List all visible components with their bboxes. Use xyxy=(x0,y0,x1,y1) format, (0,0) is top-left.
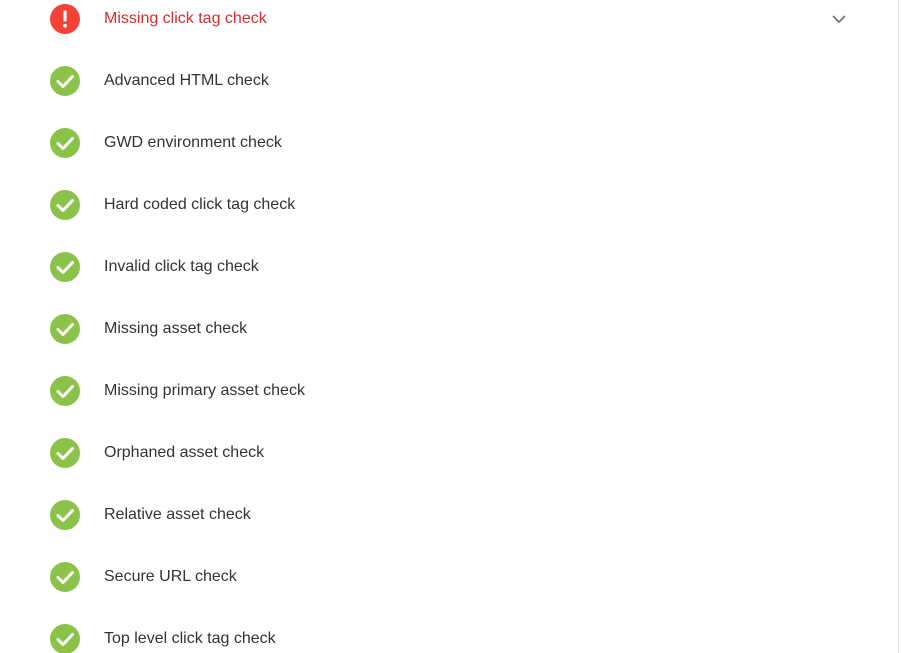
check-row-relative-asset: Relative asset check xyxy=(0,484,898,546)
check-row-missing-asset: Missing asset check xyxy=(0,298,898,360)
check-row-missing-primary-asset: Missing primary asset check xyxy=(0,360,898,422)
validation-checks-panel: Missing click tag check Advanced HTML ch… xyxy=(0,0,901,653)
check-row-advanced-html: Advanced HTML check xyxy=(0,50,898,112)
check-row-hard-coded-click-tag: Hard coded click tag check xyxy=(0,174,898,236)
check-label: Secure URL check xyxy=(104,568,237,585)
error-icon xyxy=(50,4,80,34)
check-circle-icon xyxy=(50,252,80,282)
checks-list: Missing click tag check Advanced HTML ch… xyxy=(0,0,898,653)
check-circle-icon xyxy=(50,128,80,158)
check-label: Hard coded click tag check xyxy=(104,196,296,213)
check-circle-icon xyxy=(50,624,80,653)
check-label: Missing click tag check xyxy=(104,10,267,27)
check-circle-icon xyxy=(50,562,80,592)
check-label: Orphaned asset check xyxy=(104,444,265,461)
check-row-secure-url: Secure URL check xyxy=(0,546,898,608)
check-label: Missing asset check xyxy=(104,320,248,337)
check-label: Advanced HTML check xyxy=(104,72,269,89)
check-label: Relative asset check xyxy=(104,506,251,523)
check-circle-icon xyxy=(50,190,80,220)
panel-divider xyxy=(898,0,899,653)
check-label: Top level click tag check xyxy=(104,630,276,647)
check-label: Invalid click tag check xyxy=(104,258,259,275)
check-circle-icon xyxy=(50,314,80,344)
check-row-missing-click-tag[interactable]: Missing click tag check xyxy=(0,0,898,50)
chevron-down-icon[interactable] xyxy=(826,8,852,30)
check-circle-icon xyxy=(50,500,80,530)
check-row-gwd-environment: GWD environment check xyxy=(0,112,898,174)
check-circle-icon xyxy=(50,376,80,406)
check-row-orphaned-asset: Orphaned asset check xyxy=(0,422,898,484)
check-row-top-level-click-tag: Top level click tag check xyxy=(0,608,898,653)
check-circle-icon xyxy=(50,438,80,468)
check-label: Missing primary asset check xyxy=(104,382,305,399)
check-circle-icon xyxy=(50,66,80,96)
check-row-invalid-click-tag: Invalid click tag check xyxy=(0,236,898,298)
check-label: GWD environment check xyxy=(104,134,282,151)
